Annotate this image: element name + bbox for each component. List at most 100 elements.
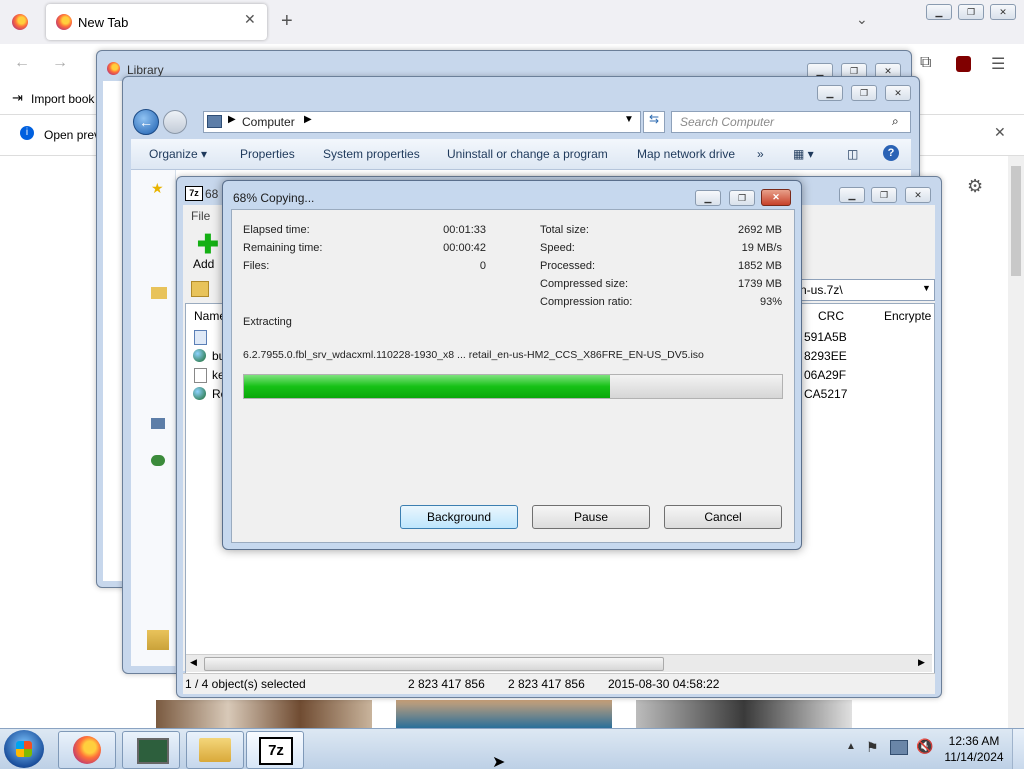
compressed-size-label: Compressed size: [540,278,629,290]
close-tab-icon[interactable]: ✕ [244,11,256,28]
scroll-thumb[interactable] [1011,166,1021,276]
taskbar-7zip[interactable]: 7z [246,731,304,769]
close-button[interactable]: ✕ [761,189,791,206]
action-center-flag-icon[interactable]: ⚑ [866,739,879,756]
cancel-button[interactable]: Cancel [664,505,782,529]
forward-icon[interactable]: → [52,54,68,72]
list-tabs-icon[interactable]: ⌄ [856,11,868,28]
column-header-crc[interactable]: CRC [818,309,844,323]
hamburger-menu-icon[interactable]: ☰ [991,54,1005,74]
search-placeholder: Search Computer [680,115,775,129]
import-bookmarks-link[interactable]: Import book [31,92,94,106]
close-button[interactable]: ✕ [905,187,931,203]
scrollbar[interactable] [1008,156,1024,728]
search-icon[interactable]: ⌕ [892,114,899,129]
extensions-icon[interactable]: ⧉ [920,54,931,72]
show-hidden-icons-icon[interactable]: ▲ [846,741,856,752]
scroll-thumb[interactable] [204,657,664,671]
forward-button[interactable] [163,110,187,134]
search-box[interactable]: Search Computer ⌕ [671,111,911,133]
start-button[interactable] [4,730,44,768]
thumbnail-image [156,700,372,728]
add-icon[interactable]: ✚ [197,231,219,257]
more-commands-button[interactable]: » [757,147,764,161]
up-folder-icon[interactable] [191,281,209,297]
copy-progress-dialog: 68% Copying... ▁ ❐ ✕ Elapsed time: 00:01… [222,180,802,550]
help-icon[interactable]: ? [883,145,899,161]
close-button[interactable]: ✕ [885,85,911,101]
show-desktop-button[interactable] [1012,729,1024,769]
add-label[interactable]: Add [193,257,214,271]
path-text: n-us.7z\ [800,283,843,297]
status-modified: 2015-08-30 04:58:22 [608,677,720,691]
back-button[interactable]: ← [133,109,159,135]
map-network-drive-button[interactable]: Map network drive [637,147,735,161]
sevenzip-title: 68 [205,187,219,201]
tab-new-tab[interactable]: New Tab ✕ [46,4,267,40]
path-box[interactable]: n-us.7z\ ▼ [793,279,935,301]
row-crc: 591A5B [804,330,847,344]
computer-nav-icon [151,418,165,429]
monitor-icon [137,738,169,764]
system-properties-button[interactable]: System properties [323,147,420,161]
chevron-right-icon: ▶ [228,114,236,125]
refresh-icon: ⇆ [648,112,660,126]
pause-button[interactable]: Pause [532,505,650,529]
view-options-icon[interactable]: ▦ ▾ [793,147,814,161]
restore-button[interactable]: ❐ [871,187,897,203]
clock-date[interactable]: 11/14/2024 [942,750,1006,764]
status-bar: 1 / 4 object(s) selected 2 823 417 856 2… [183,673,935,694]
compressed-size-value: 1739 MB [737,278,782,290]
taskbar-task-manager[interactable] [122,731,180,769]
close-notice-icon[interactable]: ✕ [994,124,1006,141]
clock-time[interactable]: 12:36 AM [946,734,1002,748]
total-size-label: Total size: [540,224,589,236]
import-icon: ⇥ [12,90,23,105]
sevenzip-app-icon: 7z [259,737,293,765]
dropdown-icon[interactable]: ▼ [624,114,634,125]
taskbar: 7z ▲ ⚑ 🔇 12:36 AM 11/14/2024 [0,728,1024,769]
taskbar-firefox[interactable] [58,731,116,769]
minimize-button[interactable]: ▁ [839,187,865,203]
minimize-button[interactable]: ▁ [817,85,843,101]
compression-ratio-value: 93% [759,296,782,308]
restore-button[interactable]: ❐ [958,4,984,20]
minimize-button[interactable]: ▁ [926,4,952,20]
menu-file[interactable]: File [191,209,210,223]
progress-fill [244,375,610,398]
network-tray-icon[interactable] [890,740,908,755]
sevenzip-icon: 7z [185,186,203,201]
files-value: 0 [479,260,486,272]
refresh-button[interactable]: ⇆ [643,111,665,133]
column-header-encrypted[interactable]: Encrypte [884,309,931,323]
background-button[interactable]: Background [400,505,518,529]
address-bar[interactable]: ▶ Computer ▶ ▼ [203,111,641,133]
volume-muted-icon[interactable]: 🔇 [916,738,933,755]
dialog-body: Elapsed time: 00:01:33 Remaining time: 0… [231,209,795,543]
settings-gear-icon[interactable]: ⚙ [967,176,983,197]
total-size-value: 2692 MB [737,224,782,236]
files-label: Files: [243,260,270,272]
organize-button[interactable]: Organize ▾ [149,147,207,161]
horizontal-scrollbar[interactable]: ◀ ▶ [186,654,932,672]
close-button[interactable]: ✕ [990,4,1016,20]
scroll-right-icon[interactable]: ▶ [918,657,925,668]
scroll-left-icon[interactable]: ◀ [190,657,197,668]
new-tab-icon[interactable]: + [281,10,293,33]
ublock-icon[interactable] [956,56,971,72]
progress-bar [243,374,783,399]
compression-ratio-label: Compression ratio: [540,296,633,308]
restore-button[interactable]: ❐ [851,85,877,101]
properties-button[interactable]: Properties [240,147,295,161]
firefox-menu-icon[interactable] [12,14,28,30]
minimize-button[interactable]: ▁ [695,190,721,206]
taskbar-explorer[interactable] [186,731,244,769]
speed-label: Speed: [540,242,575,254]
uninstall-program-button[interactable]: Uninstall or change a program [447,147,608,161]
back-icon[interactable]: ← [14,54,30,72]
restore-button[interactable]: ❐ [729,190,755,206]
path-dropdown-icon[interactable]: ▼ [922,283,931,293]
status-packed: 2 823 417 856 [508,677,585,691]
preview-pane-icon[interactable]: ◫ [847,147,858,161]
libraries-icon [151,287,167,299]
